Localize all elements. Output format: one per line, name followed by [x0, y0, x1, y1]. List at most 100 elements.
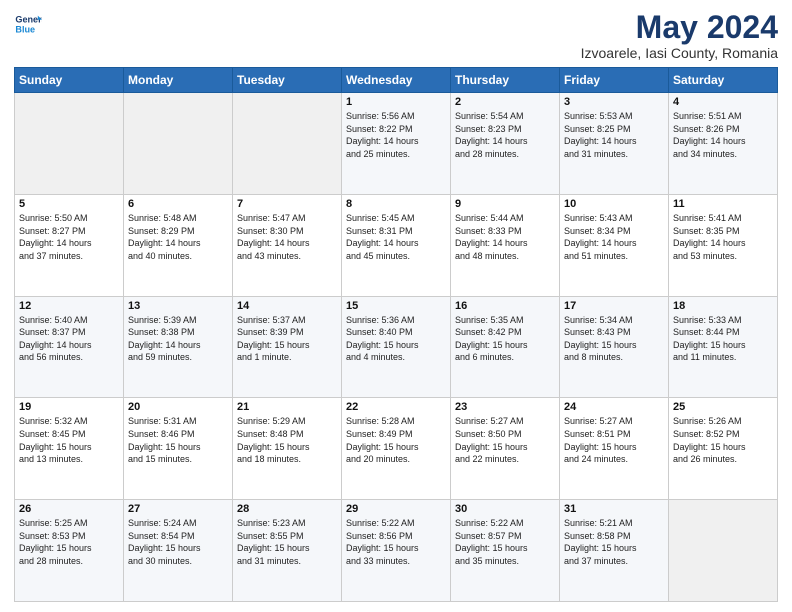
day-number: 15	[346, 300, 446, 312]
table-row	[124, 93, 233, 195]
day-number: 7	[237, 198, 337, 210]
col-saturday: Saturday	[669, 68, 778, 93]
day-info: Sunrise: 5:29 AM Sunset: 8:48 PM Dayligh…	[237, 415, 337, 465]
day-number: 25	[673, 401, 773, 413]
table-row: 15 Sunrise: 5:36 AM Sunset: 8:40 PM Dayli…	[342, 296, 451, 398]
table-row: 1 Sunrise: 5:56 AM Sunset: 8:22 PM Daylig…	[342, 93, 451, 195]
day-info: Sunrise: 5:50 AM Sunset: 8:27 PM Dayligh…	[19, 212, 119, 262]
day-info: Sunrise: 5:25 AM Sunset: 8:53 PM Dayligh…	[19, 517, 119, 567]
table-row: 7Sunrise: 5:47 AM Sunset: 8:30 PM Daylig…	[233, 194, 342, 296]
table-row: 5Sunrise: 5:50 AM Sunset: 8:27 PM Daylig…	[15, 194, 124, 296]
day-info: Sunrise: 5:27 AM Sunset: 8:51 PM Dayligh…	[564, 415, 664, 465]
day-number: 21	[237, 401, 337, 413]
day-number: 19	[19, 401, 119, 413]
col-sunday: Sunday	[15, 68, 124, 93]
day-number: 2	[455, 96, 555, 108]
table-row: 9Sunrise: 5:44 AM Sunset: 8:33 PM Daylig…	[451, 194, 560, 296]
day-number: 4	[673, 96, 773, 108]
table-row: 3 Sunrise: 5:53 AM Sunset: 8:25 PM Daylig…	[560, 93, 669, 195]
day-info: Sunrise: 5:34 AM Sunset: 8:43 PM Dayligh…	[564, 314, 664, 364]
calendar-table: Sunday Monday Tuesday Wednesday Thursday…	[14, 67, 778, 602]
day-info: Sunrise: 5:32 AM Sunset: 8:45 PM Dayligh…	[19, 415, 119, 465]
day-info: Sunrise: 5:45 AM Sunset: 8:31 PM Dayligh…	[346, 212, 446, 262]
day-number: 10	[564, 198, 664, 210]
day-info: Sunrise: 5:43 AM Sunset: 8:34 PM Dayligh…	[564, 212, 664, 262]
day-info: Sunrise: 5:26 AM Sunset: 8:52 PM Dayligh…	[673, 415, 773, 465]
day-info: Sunrise: 5:53 AM Sunset: 8:25 PM Dayligh…	[564, 110, 664, 160]
logo: General Blue	[14, 10, 42, 38]
calendar-week-row: 26 Sunrise: 5:25 AM Sunset: 8:53 PM Dayli…	[15, 500, 778, 602]
table-row: 2 Sunrise: 5:54 AM Sunset: 8:23 PM Daylig…	[451, 93, 560, 195]
table-row: 16 Sunrise: 5:35 AM Sunset: 8:42 PM Dayli…	[451, 296, 560, 398]
day-info: Sunrise: 5:41 AM Sunset: 8:35 PM Dayligh…	[673, 212, 773, 262]
day-number: 24	[564, 401, 664, 413]
subtitle: Izvoarele, Iasi County, Romania	[581, 45, 778, 61]
day-number: 22	[346, 401, 446, 413]
table-row: 14 Sunrise: 5:37 AM Sunset: 8:39 PM Dayli…	[233, 296, 342, 398]
day-info: Sunrise: 5:48 AM Sunset: 8:29 PM Dayligh…	[128, 212, 228, 262]
table-row: 30Sunrise: 5:22 AM Sunset: 8:57 PM Dayli…	[451, 500, 560, 602]
day-info: Sunrise: 5:39 AM Sunset: 8:38 PM Dayligh…	[128, 314, 228, 364]
table-row: 23Sunrise: 5:27 AM Sunset: 8:50 PM Dayli…	[451, 398, 560, 500]
table-row	[233, 93, 342, 195]
day-info: Sunrise: 5:35 AM Sunset: 8:42 PM Dayligh…	[455, 314, 555, 364]
table-row: 20 Sunrise: 5:31 AM Sunset: 8:46 PM Dayli…	[124, 398, 233, 500]
table-row: 17Sunrise: 5:34 AM Sunset: 8:43 PM Dayli…	[560, 296, 669, 398]
table-row: 21 Sunrise: 5:29 AM Sunset: 8:48 PM Dayli…	[233, 398, 342, 500]
day-number: 1	[346, 96, 446, 108]
main-title: May 2024	[581, 10, 778, 45]
title-block: May 2024 Izvoarele, Iasi County, Romania	[581, 10, 778, 61]
day-info: Sunrise: 5:31 AM Sunset: 8:46 PM Dayligh…	[128, 415, 228, 465]
day-info: Sunrise: 5:51 AM Sunset: 8:26 PM Dayligh…	[673, 110, 773, 160]
table-row: 13 Sunrise: 5:39 AM Sunset: 8:38 PM Dayli…	[124, 296, 233, 398]
svg-text:Blue: Blue	[15, 24, 35, 34]
day-info: Sunrise: 5:23 AM Sunset: 8:55 PM Dayligh…	[237, 517, 337, 567]
col-monday: Monday	[124, 68, 233, 93]
day-number: 14	[237, 300, 337, 312]
day-number: 26	[19, 503, 119, 515]
day-info: Sunrise: 5:22 AM Sunset: 8:56 PM Dayligh…	[346, 517, 446, 567]
col-thursday: Thursday	[451, 68, 560, 93]
table-row: 6 Sunrise: 5:48 AM Sunset: 8:29 PM Daylig…	[124, 194, 233, 296]
table-row: 26 Sunrise: 5:25 AM Sunset: 8:53 PM Dayli…	[15, 500, 124, 602]
table-row: 28 Sunrise: 5:23 AM Sunset: 8:55 PM Dayli…	[233, 500, 342, 602]
day-number: 8	[346, 198, 446, 210]
col-wednesday: Wednesday	[342, 68, 451, 93]
table-row: 25 Sunrise: 5:26 AM Sunset: 8:52 PM Dayli…	[669, 398, 778, 500]
day-info: Sunrise: 5:33 AM Sunset: 8:44 PM Dayligh…	[673, 314, 773, 364]
table-row: 8 Sunrise: 5:45 AM Sunset: 8:31 PM Daylig…	[342, 194, 451, 296]
day-number: 13	[128, 300, 228, 312]
day-number: 18	[673, 300, 773, 312]
day-info: Sunrise: 5:56 AM Sunset: 8:22 PM Dayligh…	[346, 110, 446, 160]
calendar-header-row: Sunday Monday Tuesday Wednesday Thursday…	[15, 68, 778, 93]
day-info: Sunrise: 5:37 AM Sunset: 8:39 PM Dayligh…	[237, 314, 337, 364]
table-row	[15, 93, 124, 195]
col-friday: Friday	[560, 68, 669, 93]
day-number: 31	[564, 503, 664, 515]
day-info: Sunrise: 5:28 AM Sunset: 8:49 PM Dayligh…	[346, 415, 446, 465]
day-number: 29	[346, 503, 446, 515]
day-number: 3	[564, 96, 664, 108]
table-row: 22 Sunrise: 5:28 AM Sunset: 8:49 PM Dayli…	[342, 398, 451, 500]
day-number: 6	[128, 198, 228, 210]
table-row: 29 Sunrise: 5:22 AM Sunset: 8:56 PM Dayli…	[342, 500, 451, 602]
table-row: 31 Sunrise: 5:21 AM Sunset: 8:58 PM Dayli…	[560, 500, 669, 602]
day-number: 28	[237, 503, 337, 515]
day-number: 30	[455, 503, 555, 515]
table-row: 4 Sunrise: 5:51 AM Sunset: 8:26 PM Daylig…	[669, 93, 778, 195]
day-number: 9	[455, 198, 555, 210]
table-row: 19 Sunrise: 5:32 AM Sunset: 8:45 PM Dayli…	[15, 398, 124, 500]
table-row: 18 Sunrise: 5:33 AM Sunset: 8:44 PM Dayli…	[669, 296, 778, 398]
day-number: 16	[455, 300, 555, 312]
table-row: 27Sunrise: 5:24 AM Sunset: 8:54 PM Dayli…	[124, 500, 233, 602]
day-number: 23	[455, 401, 555, 413]
day-info: Sunrise: 5:21 AM Sunset: 8:58 PM Dayligh…	[564, 517, 664, 567]
day-info: Sunrise: 5:40 AM Sunset: 8:37 PM Dayligh…	[19, 314, 119, 364]
day-info: Sunrise: 5:54 AM Sunset: 8:23 PM Dayligh…	[455, 110, 555, 160]
header: General Blue May 2024 Izvoarele, Iasi Co…	[14, 10, 778, 61]
day-number: 20	[128, 401, 228, 413]
page: General Blue May 2024 Izvoarele, Iasi Co…	[0, 0, 792, 612]
day-info: Sunrise: 5:36 AM Sunset: 8:40 PM Dayligh…	[346, 314, 446, 364]
day-number: 27	[128, 503, 228, 515]
calendar-week-row: 12Sunrise: 5:40 AM Sunset: 8:37 PM Dayli…	[15, 296, 778, 398]
